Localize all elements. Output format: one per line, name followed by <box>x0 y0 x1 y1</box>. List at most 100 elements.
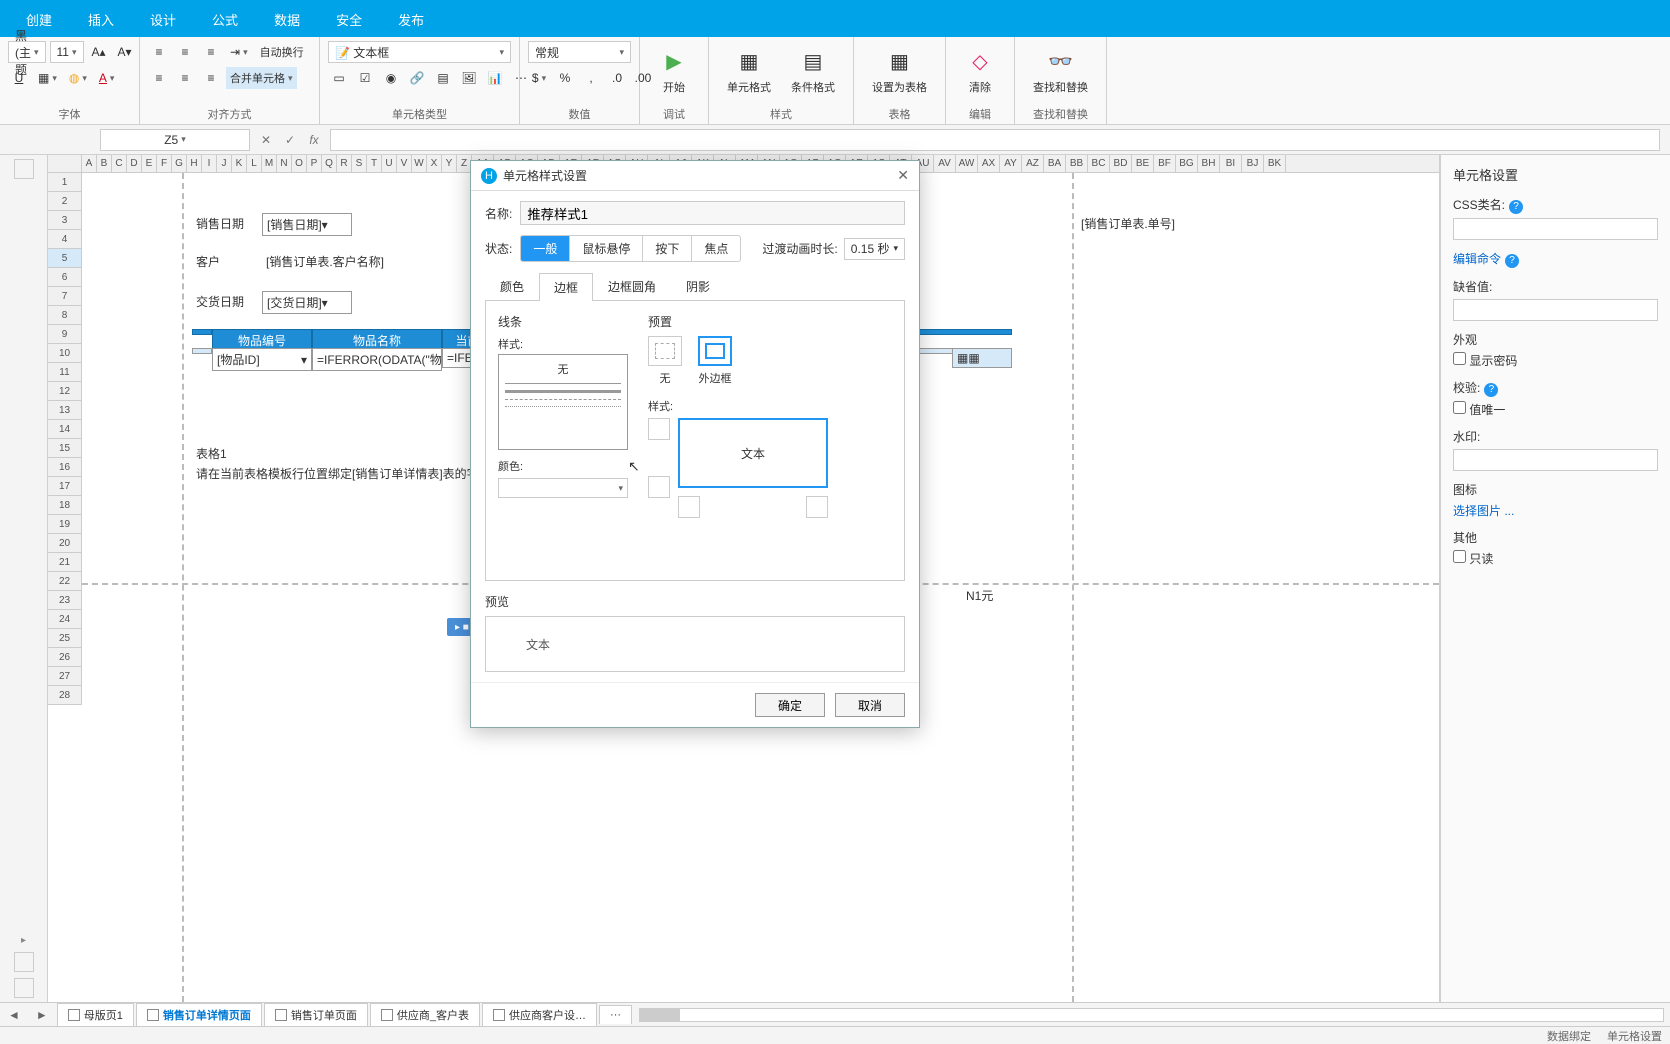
tab-supplier-cust[interactable]: 供应商_客户表 <box>370 1003 480 1026</box>
merge-cells-button[interactable]: 合并单元格 <box>226 67 297 89</box>
ct-2-icon[interactable]: ☑ <box>354 67 376 89</box>
col-header-R[interactable]: R <box>337 155 352 172</box>
fx-accept-icon[interactable]: ✓ <box>278 133 302 147</box>
align-mid-icon[interactable]: ≡ <box>174 41 196 63</box>
help-icon-2[interactable]: ? <box>1505 254 1519 268</box>
row-header-8[interactable]: 8 <box>48 306 82 325</box>
tr-handle[interactable] <box>192 348 212 354</box>
start-debug-button[interactable]: ▶ 开始 <box>648 41 700 99</box>
line-dot[interactable] <box>505 406 621 407</box>
col-header-BB[interactable]: BB <box>1066 155 1088 172</box>
row-header-26[interactable]: 26 <box>48 648 82 667</box>
col-header-BA[interactable]: BA <box>1044 155 1066 172</box>
tab-next-icon[interactable]: ► <box>28 1008 56 1022</box>
col-header-AY[interactable]: AY <box>1000 155 1022 172</box>
col-header-W[interactable]: W <box>412 155 427 172</box>
row-header-25[interactable]: 25 <box>48 629 82 648</box>
fill-color-icon[interactable]: ◍ <box>65 67 91 89</box>
col-header-BI[interactable]: BI <box>1220 155 1242 172</box>
align-center-icon[interactable]: ≡ <box>174 67 196 89</box>
select-image-link[interactable]: 选择图片 ... <box>1453 504 1514 518</box>
subtab-radius[interactable]: 边框圆角 <box>593 272 671 300</box>
duration-select[interactable]: 0.15 秒▾ <box>844 238 905 260</box>
tab-master[interactable]: 母版页1 <box>57 1003 134 1026</box>
row-header-28[interactable]: 28 <box>48 686 82 705</box>
font-size-select[interactable]: 11 <box>50 41 84 63</box>
row-header-27[interactable]: 27 <box>48 667 82 686</box>
row-header-16[interactable]: 16 <box>48 458 82 477</box>
ct-7-icon[interactable]: 📊 <box>484 67 506 89</box>
cell-style-button[interactable]: ▦单元格式 <box>717 41 781 99</box>
preset-outer[interactable]: 外边框 <box>698 336 732 386</box>
col-header-U[interactable]: U <box>382 155 397 172</box>
gutter-icon-2[interactable] <box>14 952 34 972</box>
font-color-icon[interactable]: A <box>95 67 119 89</box>
row-header-21[interactable]: 21 <box>48 553 82 572</box>
state-hover[interactable]: 鼠标悬停 <box>570 236 643 261</box>
border-left-btn[interactable] <box>678 496 700 518</box>
row-header-10[interactable]: 10 <box>48 344 82 363</box>
row-header-23[interactable]: 23 <box>48 591 82 610</box>
cancel-button[interactable]: 取消 <box>835 693 905 717</box>
row-header-20[interactable]: 20 <box>48 534 82 553</box>
row-header-9[interactable]: 9 <box>48 325 82 344</box>
col-header-L[interactable]: L <box>247 155 262 172</box>
col-header-BE[interactable]: BE <box>1132 155 1154 172</box>
status-cellset[interactable]: 单元格设置 <box>1607 1028 1662 1044</box>
tab-more[interactable]: ··· <box>599 1005 632 1024</box>
row-header-12[interactable]: 12 <box>48 382 82 401</box>
formula-input[interactable] <box>330 129 1660 151</box>
align-top-icon[interactable]: ≡ <box>148 41 170 63</box>
col-header-Y[interactable]: Y <box>442 155 457 172</box>
row-header-13[interactable]: 13 <box>48 401 82 420</box>
gutter-icon-1[interactable] <box>14 159 34 179</box>
row-header-7[interactable]: 7 <box>48 287 82 306</box>
row-header-6[interactable]: 6 <box>48 268 82 287</box>
tab-order[interactable]: 销售订单页面 <box>264 1003 368 1026</box>
tab-prev-icon[interactable]: ◄ <box>0 1008 28 1022</box>
col-header-N[interactable]: N <box>277 155 292 172</box>
comma-icon[interactable]: , <box>580 67 602 89</box>
line-thick[interactable] <box>505 390 621 393</box>
td-item-name[interactable]: =IFERROR(ODATA("物 <box>312 348 442 371</box>
col-header-Q[interactable]: Q <box>322 155 337 172</box>
fx-icon[interactable]: fx <box>302 133 326 147</box>
line-thin[interactable] <box>505 383 621 384</box>
col-header-H[interactable]: H <box>187 155 202 172</box>
subtab-border[interactable]: 边框 <box>539 273 593 301</box>
align-bot-icon[interactable]: ≡ <box>200 41 222 63</box>
readonly-checkbox[interactable]: 只读 <box>1453 550 1658 567</box>
col-header-E[interactable]: E <box>142 155 157 172</box>
td-action[interactable]: ▦▦ <box>952 348 1012 368</box>
col-header-T[interactable]: T <box>367 155 382 172</box>
row-header-17[interactable]: 17 <box>48 477 82 496</box>
subtab-color[interactable]: 颜色 <box>485 272 539 300</box>
row-header-24[interactable]: 24 <box>48 610 82 629</box>
show-password-checkbox[interactable]: 显示密码 <box>1453 352 1658 369</box>
row-header-14[interactable]: 14 <box>48 420 82 439</box>
row-header-22[interactable]: 22 <box>48 572 82 591</box>
ct-5-icon[interactable]: ▤ <box>432 67 454 89</box>
ct-4-icon[interactable]: 🔗 <box>406 67 428 89</box>
row-header-11[interactable]: 11 <box>48 363 82 382</box>
col-header-S[interactable]: S <box>352 155 367 172</box>
border-right-btn[interactable] <box>806 496 828 518</box>
border-bottom-btn[interactable] <box>648 476 670 498</box>
ok-button[interactable]: 确定 <box>755 693 825 717</box>
ct-3-icon[interactable]: ◉ <box>380 67 402 89</box>
field-delivery[interactable]: [交货日期] ▾ <box>262 291 352 314</box>
row-header-1[interactable]: 1 <box>48 173 82 192</box>
menu-data[interactable]: 数据 <box>256 2 318 37</box>
col-header-BC[interactable]: BC <box>1088 155 1110 172</box>
default-value-input[interactable] <box>1453 299 1658 321</box>
css-class-input[interactable] <box>1453 218 1658 240</box>
td-item-id[interactable]: [物品ID] ▾ <box>212 348 312 371</box>
dialog-close-icon[interactable]: ✕ <box>897 167 909 184</box>
fx-cancel-icon[interactable]: ✕ <box>254 133 278 147</box>
set-table-button[interactable]: ▦设置为表格 <box>862 41 937 99</box>
number-format-select[interactable]: 常规 <box>528 41 631 63</box>
dec-inc-icon[interactable]: .0 <box>606 67 628 89</box>
row-header-4[interactable]: 4 <box>48 230 82 249</box>
line-color-select[interactable] <box>498 478 628 498</box>
celltype-select[interactable]: 📝 文本框 <box>328 41 511 63</box>
